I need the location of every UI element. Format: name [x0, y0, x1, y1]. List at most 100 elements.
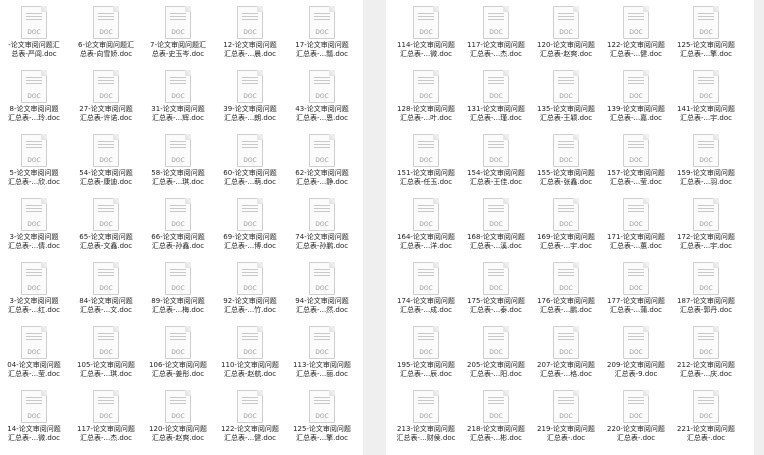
- file-name-line-2: 汇总表-...静.doc: [295, 178, 348, 186]
- file-item[interactable]: DOC 135-论文审阅问题 汇总表-王颖.doc: [531, 68, 601, 132]
- file-item[interactable]: DOC 31-论文审阅问题 汇总表-...辉.doc: [142, 68, 214, 132]
- file-item[interactable]: DOC 3-论文审阅问题 汇总表-...倩.doc: [0, 196, 70, 260]
- file-item[interactable]: DOC 159-论文审阅问题 汇总表-...羽.doc: [671, 132, 741, 196]
- file-name-line-2: 汇总表-...羽.doc: [679, 178, 732, 186]
- file-item[interactable]: DOC 175-论文审阅问题 汇总表-...泰.doc: [461, 260, 531, 324]
- file-item[interactable]: DOC 213-论文审阅问题 汇总表-...财侯.doc: [391, 388, 461, 452]
- file-item[interactable]: DOC 207-论文审阅问题 汇总表-...格.doc: [531, 324, 601, 388]
- file-item[interactable]: DOC 174-论文审阅问题 汇总表-...成.doc: [391, 260, 461, 324]
- file-item[interactable]: DOC 122-论文审阅问题 汇总表-...健.doc: [214, 388, 286, 452]
- file-item[interactable]: DOC 195-论文审阅问题 汇总表-...辰.doc: [391, 324, 461, 388]
- file-name-line-1: 27-论文审阅问题: [79, 105, 133, 113]
- file-item[interactable]: DOC 120-论文审阅问题 汇总表-赵爽.doc: [142, 388, 214, 452]
- file-item[interactable]: DOC 164-论文审阅问题 汇总表-...洋.doc: [391, 196, 461, 260]
- file-item[interactable]: DOC 141-论文审阅问题 汇总表-...宇.doc: [671, 68, 741, 132]
- file-item[interactable]: DOC 43-论文审阅问题 汇总表-...恩.doc: [286, 68, 358, 132]
- file-name-line-1: 195-论文审阅问题: [397, 361, 455, 369]
- file-item[interactable]: DOC 122-论文审阅问题 汇总表-...健.doc: [601, 4, 671, 68]
- file-item[interactable]: DOC 105-论文审阅问题 汇总表-...琪.doc: [70, 324, 142, 388]
- doc-file-icon: DOC: [309, 70, 335, 103]
- file-name-label: 39-论文审阅问题 汇总表-...朗.doc: [214, 105, 286, 123]
- file-name-line-1: 106-论文审阅问题: [149, 361, 207, 369]
- file-item[interactable]: DOC 155-论文审阅问题 汇总表-张鑫.doc: [531, 132, 601, 196]
- doc-file-icon: DOC: [413, 70, 439, 103]
- file-item[interactable]: DOC 125-论文审阅问题 汇总表-...擎.doc: [671, 4, 741, 68]
- doc-file-icon: DOC: [553, 390, 579, 423]
- file-item[interactable]: DOC 176-论文审阅问题 汇总表-...鹏.doc: [531, 260, 601, 324]
- file-item[interactable]: DOC 106-论文审阅问题 汇总表-姜彤.doc: [142, 324, 214, 388]
- file-name-line-1: 3-论文审阅问题: [9, 297, 59, 305]
- file-item[interactable]: DOC -论文审阅问题汇 总表-严闾.doc: [0, 4, 70, 68]
- doc-file-icon: DOC: [21, 262, 47, 295]
- file-item[interactable]: DOC 125-论文审阅问题 汇总表-...擎.doc: [286, 388, 358, 452]
- file-name-line-1: 14-论文审阅问题: [7, 425, 61, 433]
- file-item[interactable]: DOC 220-论文审阅问题 汇总表-.doc: [601, 388, 671, 452]
- file-item[interactable]: DOC 74-论文审阅问题 汇总表-孙鹏.doc: [286, 196, 358, 260]
- file-item[interactable]: DOC 117-论文审阅问题 汇总表-...杰.doc: [70, 388, 142, 452]
- doc-file-icon: DOC: [483, 70, 509, 103]
- file-item[interactable]: DOC 7-论文审阅问题汇 总表-史玉岑.doc: [142, 4, 214, 68]
- file-item[interactable]: DOC 218-论文审阅问题 汇总表-...彬.doc: [461, 388, 531, 452]
- file-item[interactable]: DOC 58-论文审阅问题 汇总表-...琪.doc: [142, 132, 214, 196]
- file-item[interactable]: DOC 94-论文审阅问题 汇总表-...然.doc: [286, 260, 358, 324]
- file-item[interactable]: DOC 117-论文审阅问题 汇总表-...杰.doc: [461, 4, 531, 68]
- file-item[interactable]: DOC 5-论文审阅问题 汇总表-...欣.doc: [0, 132, 70, 196]
- doc-file-icon: DOC: [309, 6, 335, 39]
- doc-file-icon: DOC: [413, 326, 439, 359]
- file-name-label: 135-论文审阅问题 汇总表-王颖.doc: [531, 105, 601, 123]
- file-item[interactable]: DOC 27-论文审阅问题 汇总表-许诺.doc: [70, 68, 142, 132]
- file-item[interactable]: DOC 84-论文审阅问题 汇总表-...文.doc: [70, 260, 142, 324]
- file-item[interactable]: DOC 154-论文审阅问题 汇总表-王佳.doc: [461, 132, 531, 196]
- file-item[interactable]: DOC 62-论文审阅问题 汇总表-...静.doc: [286, 132, 358, 196]
- file-item[interactable]: DOC 209-论文审阅问题 汇总表-9.doc: [601, 324, 671, 388]
- file-item[interactable]: DOC 221-论文审阅问题 汇总表-.doc: [671, 388, 741, 452]
- file-item[interactable]: DOC 205-论文审阅问题 汇总表-...阳.doc: [461, 324, 531, 388]
- file-item[interactable]: DOC 60-论文审阅问题 汇总表-...萌.doc: [214, 132, 286, 196]
- file-item[interactable]: DOC 168-论文审阅问题 汇总表-...溪.doc: [461, 196, 531, 260]
- file-name-label: 84-论文审阅问题 汇总表-...文.doc: [70, 297, 142, 315]
- file-item[interactable]: DOC 04-论文审阅问题 汇总表-...莹.doc: [0, 324, 70, 388]
- file-item[interactable]: DOC 151-论文审阅问题 汇总表-任玉.doc: [391, 132, 461, 196]
- doc-file-icon: DOC: [21, 390, 47, 423]
- doc-type-tag: DOC: [27, 221, 41, 228]
- file-item[interactable]: DOC 113-论文审阅问题 汇总表-...丽.doc: [286, 324, 358, 388]
- file-item[interactable]: DOC 6-论文审阅问题汇 总表-向雪娇.doc: [70, 4, 142, 68]
- file-name-line-1: 117-论文审阅问题: [467, 41, 525, 49]
- file-item[interactable]: DOC 89-论文审阅问题 汇总表-...梅.doc: [142, 260, 214, 324]
- doc-type-tag: DOC: [27, 93, 41, 100]
- file-item[interactable]: DOC 219-论文审阅问题 汇总表-.doc: [531, 388, 601, 452]
- file-item[interactable]: DOC 17-论文审阅问题 汇总表-...瓢.doc: [286, 4, 358, 68]
- doc-type-tag: DOC: [419, 221, 433, 228]
- file-item[interactable]: DOC 120-论文审阅问题 汇总表-赵爽.doc: [531, 4, 601, 68]
- file-item[interactable]: DOC 187-论文审阅问题 汇总表-郭丹.doc: [671, 260, 741, 324]
- file-item[interactable]: DOC 110-论文审阅问题 汇总表-赵航.doc: [214, 324, 286, 388]
- file-item[interactable]: DOC 139-论文审阅问题 汇总表-...嘉.doc: [601, 68, 671, 132]
- file-item[interactable]: DOC 171-论文审阅问题 汇总表-...蕙.doc: [601, 196, 671, 260]
- file-item[interactable]: DOC 12-论文审阅问题 汇总表-...晨.doc: [214, 4, 286, 68]
- file-item[interactable]: DOC 131-论文审阅问题 汇总表-...瑾.doc: [461, 68, 531, 132]
- doc-file-icon: DOC: [693, 198, 719, 231]
- file-item[interactable]: DOC 114-论文审阅问题 汇总表-...微.doc: [391, 4, 461, 68]
- file-item[interactable]: DOC 169-论文审阅问题 汇总表-...宇.doc: [531, 196, 601, 260]
- file-item[interactable]: DOC 3-论文审阅问题 汇总表-...红.doc: [0, 260, 70, 324]
- file-name-line-2: 汇总表-...健.doc: [609, 50, 662, 58]
- doc-type-tag: DOC: [243, 157, 257, 164]
- file-item[interactable]: DOC 54-论文审阅问题 汇总表-康迪.doc: [70, 132, 142, 196]
- file-item[interactable]: DOC 66-论文审阅问题 汇总表-孙鑫.doc: [142, 196, 214, 260]
- file-item[interactable]: DOC 128-论文审阅问题 汇总表-...叶.doc: [391, 68, 461, 132]
- file-name-label: 219-论文审阅问题 汇总表-.doc: [531, 425, 601, 443]
- file-item[interactable]: DOC 14-论文审阅问题 汇总表-...微.doc: [0, 388, 70, 452]
- file-name-label: 94-论文审阅问题 汇总表-...然.doc: [286, 297, 358, 315]
- file-item[interactable]: DOC 177-论文审阅问题 汇总表-...蒲.doc: [601, 260, 671, 324]
- file-item[interactable]: DOC 157-论文审阅问题 汇总表-...莹.doc: [601, 132, 671, 196]
- file-item[interactable]: DOC 65-论文审阅问题 汇总表-文鑫.doc: [70, 196, 142, 260]
- file-item[interactable]: DOC 212-论文审阅问题 汇总表-...庆.doc: [671, 324, 741, 388]
- file-item[interactable]: DOC 172-论文审阅问题 汇总表-...宇.doc: [671, 196, 741, 260]
- file-item[interactable]: DOC 8-论文审阅问题 汇总表-...玲.doc: [0, 68, 70, 132]
- doc-file-icon: DOC: [553, 262, 579, 295]
- file-name-label: 205-论文审阅问题 汇总表-...阳.doc: [461, 361, 531, 379]
- file-item[interactable]: DOC 69-论文审阅问题 汇总表-...博.doc: [214, 196, 286, 260]
- file-item[interactable]: DOC 39-论文审阅问题 汇总表-...朗.doc: [214, 68, 286, 132]
- doc-type-tag: DOC: [315, 29, 329, 36]
- file-item[interactable]: DOC 92-论文审阅问题 汇总表-...竹.doc: [214, 260, 286, 324]
